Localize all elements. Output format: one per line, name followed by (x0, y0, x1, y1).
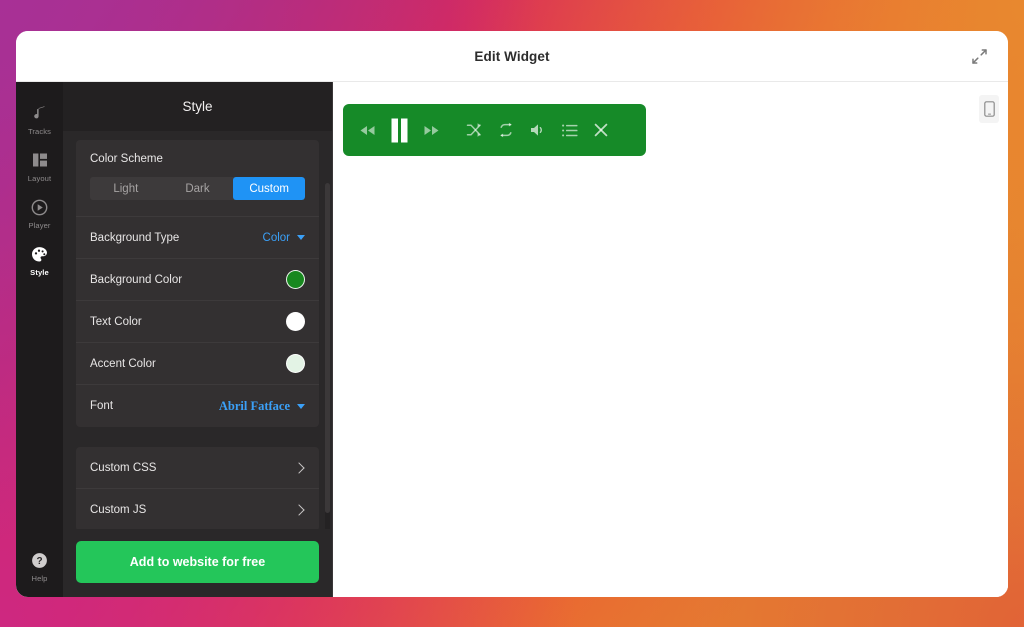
repeat-icon[interactable] (498, 122, 514, 138)
color-scheme-segmented: Light Dark Custom (90, 177, 305, 200)
sidebar-label-style: Style (30, 268, 49, 277)
question-circle-icon: ? (30, 550, 50, 570)
palette-icon (30, 244, 50, 264)
sidebar-item-player[interactable]: Player (16, 189, 63, 236)
style-settings-card: Color Scheme Light Dark Custom Backgroun… (76, 140, 319, 427)
playlist-icon[interactable] (562, 124, 578, 137)
background-color-row: Background Color (76, 259, 319, 301)
custom-css-label: Custom CSS (90, 462, 156, 474)
music-note-icon (30, 103, 50, 123)
svg-text:?: ? (36, 556, 42, 567)
app-header: Edit Widget (16, 31, 1008, 82)
custom-code-card: Custom CSS Custom JS (76, 447, 319, 529)
custom-css-row[interactable]: Custom CSS (76, 447, 319, 489)
panel-footer: Add to website for free (63, 529, 332, 597)
mobile-device-icon[interactable] (979, 95, 999, 123)
color-scheme-row: Color Scheme Light Dark Custom (76, 140, 319, 217)
chevron-right-icon (293, 462, 304, 473)
sidebar-label-tracks: Tracks (28, 127, 51, 136)
sidebar-item-style[interactable]: Style (16, 236, 63, 283)
app-body: Tracks Layout (16, 82, 1008, 597)
color-scheme-label: Color Scheme (90, 153, 305, 165)
preview-canvas (333, 82, 1008, 597)
background-type-value: Color (263, 232, 290, 244)
segment-dark[interactable]: Dark (162, 177, 234, 200)
forward-icon[interactable] (423, 124, 440, 137)
left-rail: Tracks Layout (16, 82, 63, 597)
panel-title: Style (63, 82, 332, 131)
close-icon[interactable] (594, 123, 608, 137)
sidebar-item-help[interactable]: ? Help (16, 542, 63, 587)
background-color-swatch[interactable] (286, 270, 305, 289)
panel-scrollbar[interactable] (325, 183, 330, 529)
add-to-website-button[interactable]: Add to website for free (76, 541, 319, 583)
shuffle-icon[interactable] (466, 122, 482, 138)
font-row[interactable]: Font Abril Fatface (76, 385, 319, 427)
chevron-down-icon (297, 404, 305, 409)
panel-scroll-area: Color Scheme Light Dark Custom Backgroun… (63, 131, 332, 529)
text-color-row: Text Color (76, 301, 319, 343)
style-panel: Style Color Scheme Light Dark Custom (63, 82, 333, 597)
sidebar-label-help: Help (31, 574, 47, 583)
custom-js-row[interactable]: Custom JS (76, 489, 319, 529)
volume-icon[interactable] (530, 123, 546, 137)
text-color-swatch[interactable] (286, 312, 305, 331)
segment-custom[interactable]: Custom (233, 177, 305, 200)
sidebar-item-tracks[interactable]: Tracks (16, 95, 63, 142)
accent-color-row: Accent Color (76, 343, 319, 385)
expand-arrows-icon[interactable] (966, 43, 992, 69)
custom-js-label: Custom JS (90, 504, 146, 516)
text-color-label: Text Color (90, 316, 142, 328)
sidebar-label-player: Player (28, 221, 50, 230)
sidebar-label-layout: Layout (28, 174, 51, 183)
accent-color-label: Accent Color (90, 358, 156, 370)
font-value: Abril Fatface (219, 399, 290, 414)
player-option-controls (466, 122, 608, 138)
font-label: Font (90, 400, 113, 412)
pause-icon[interactable] (390, 118, 409, 143)
background-color-label: Background Color (90, 274, 182, 286)
chevron-right-icon (293, 504, 304, 515)
background-type-row[interactable]: Background Type Color (76, 217, 319, 259)
background-type-label: Background Type (90, 232, 179, 244)
segment-light[interactable]: Light (90, 177, 162, 200)
font-dropdown[interactable]: Abril Fatface (219, 399, 305, 414)
app-window: Edit Widget Tracks (16, 31, 1008, 597)
accent-color-swatch[interactable] (286, 354, 305, 373)
sidebar-item-layout[interactable]: Layout (16, 142, 63, 189)
rewind-icon[interactable] (359, 124, 376, 137)
page-title: Edit Widget (474, 49, 549, 64)
play-circle-icon (30, 197, 50, 217)
player-transport-controls (359, 118, 440, 143)
background-type-dropdown[interactable]: Color (263, 232, 305, 244)
player-widget-preview (343, 104, 646, 156)
panel-scrollbar-thumb[interactable] (325, 183, 330, 513)
chevron-down-icon (297, 235, 305, 240)
layout-grid-icon (30, 150, 50, 170)
